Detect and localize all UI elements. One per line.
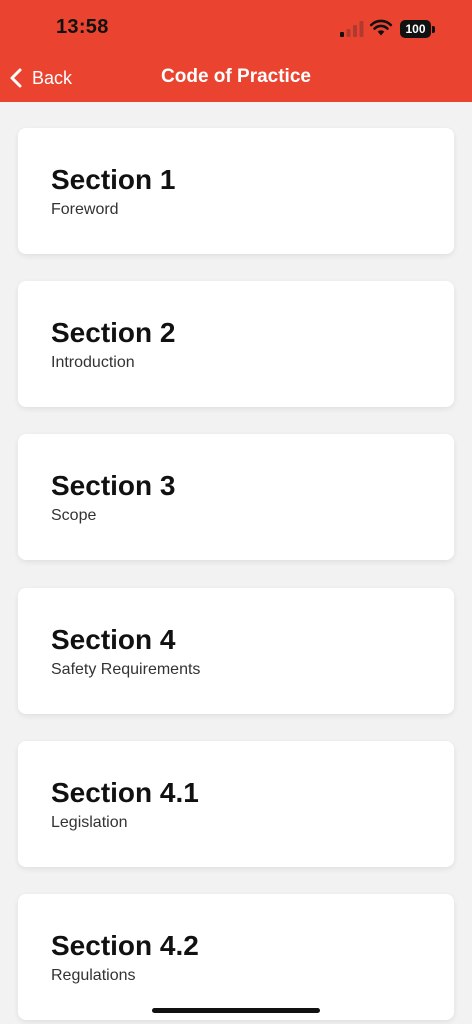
battery-tip (432, 26, 435, 33)
section-subtitle: Introduction (51, 354, 135, 371)
section-title: Section 1 (51, 164, 176, 195)
section-title: Section 3 (51, 470, 176, 501)
section-card-3[interactable]: Section 3 Scope (18, 434, 454, 560)
section-card-4-1[interactable]: Section 4.1 Legislation (18, 741, 454, 867)
section-title: Section 4.1 (51, 777, 199, 808)
home-indicator[interactable] (152, 1008, 320, 1013)
section-subtitle: Legislation (51, 814, 128, 831)
section-subtitle: Foreword (51, 201, 119, 218)
section-card-4[interactable]: Section 4 Safety Requirements (18, 588, 454, 714)
back-label: Back (32, 67, 73, 88)
header: 13:58 100 Code of Practice Back (0, 0, 472, 102)
status-time: 13:58 (56, 16, 109, 38)
section-card-4-2[interactable]: Section 4.2 Regulations (18, 894, 454, 1020)
section-title: Section 4.2 (51, 930, 199, 961)
battery-icon: 100 (400, 20, 436, 38)
section-subtitle: Regulations (51, 967, 136, 984)
wifi-icon (369, 19, 393, 36)
section-title: Section 2 (51, 317, 176, 348)
back-button[interactable]: Back (8, 62, 72, 94)
section-subtitle: Scope (51, 507, 97, 524)
screen: 13:58 100 Code of Practice Back Section … (0, 0, 472, 1024)
section-card-1[interactable]: Section 1 Foreword (18, 128, 454, 254)
section-card-2[interactable]: Section 2 Introduction (18, 281, 454, 407)
cellular-signal-icon (340, 21, 364, 37)
section-subtitle: Safety Requirements (51, 661, 201, 678)
battery-level: 100 (400, 20, 431, 38)
chevron-left-icon (10, 68, 22, 88)
section-title: Section 4 (51, 624, 176, 655)
nav-bar: Code of Practice Back (0, 58, 472, 98)
status-bar: 13:58 100 (0, 0, 472, 58)
